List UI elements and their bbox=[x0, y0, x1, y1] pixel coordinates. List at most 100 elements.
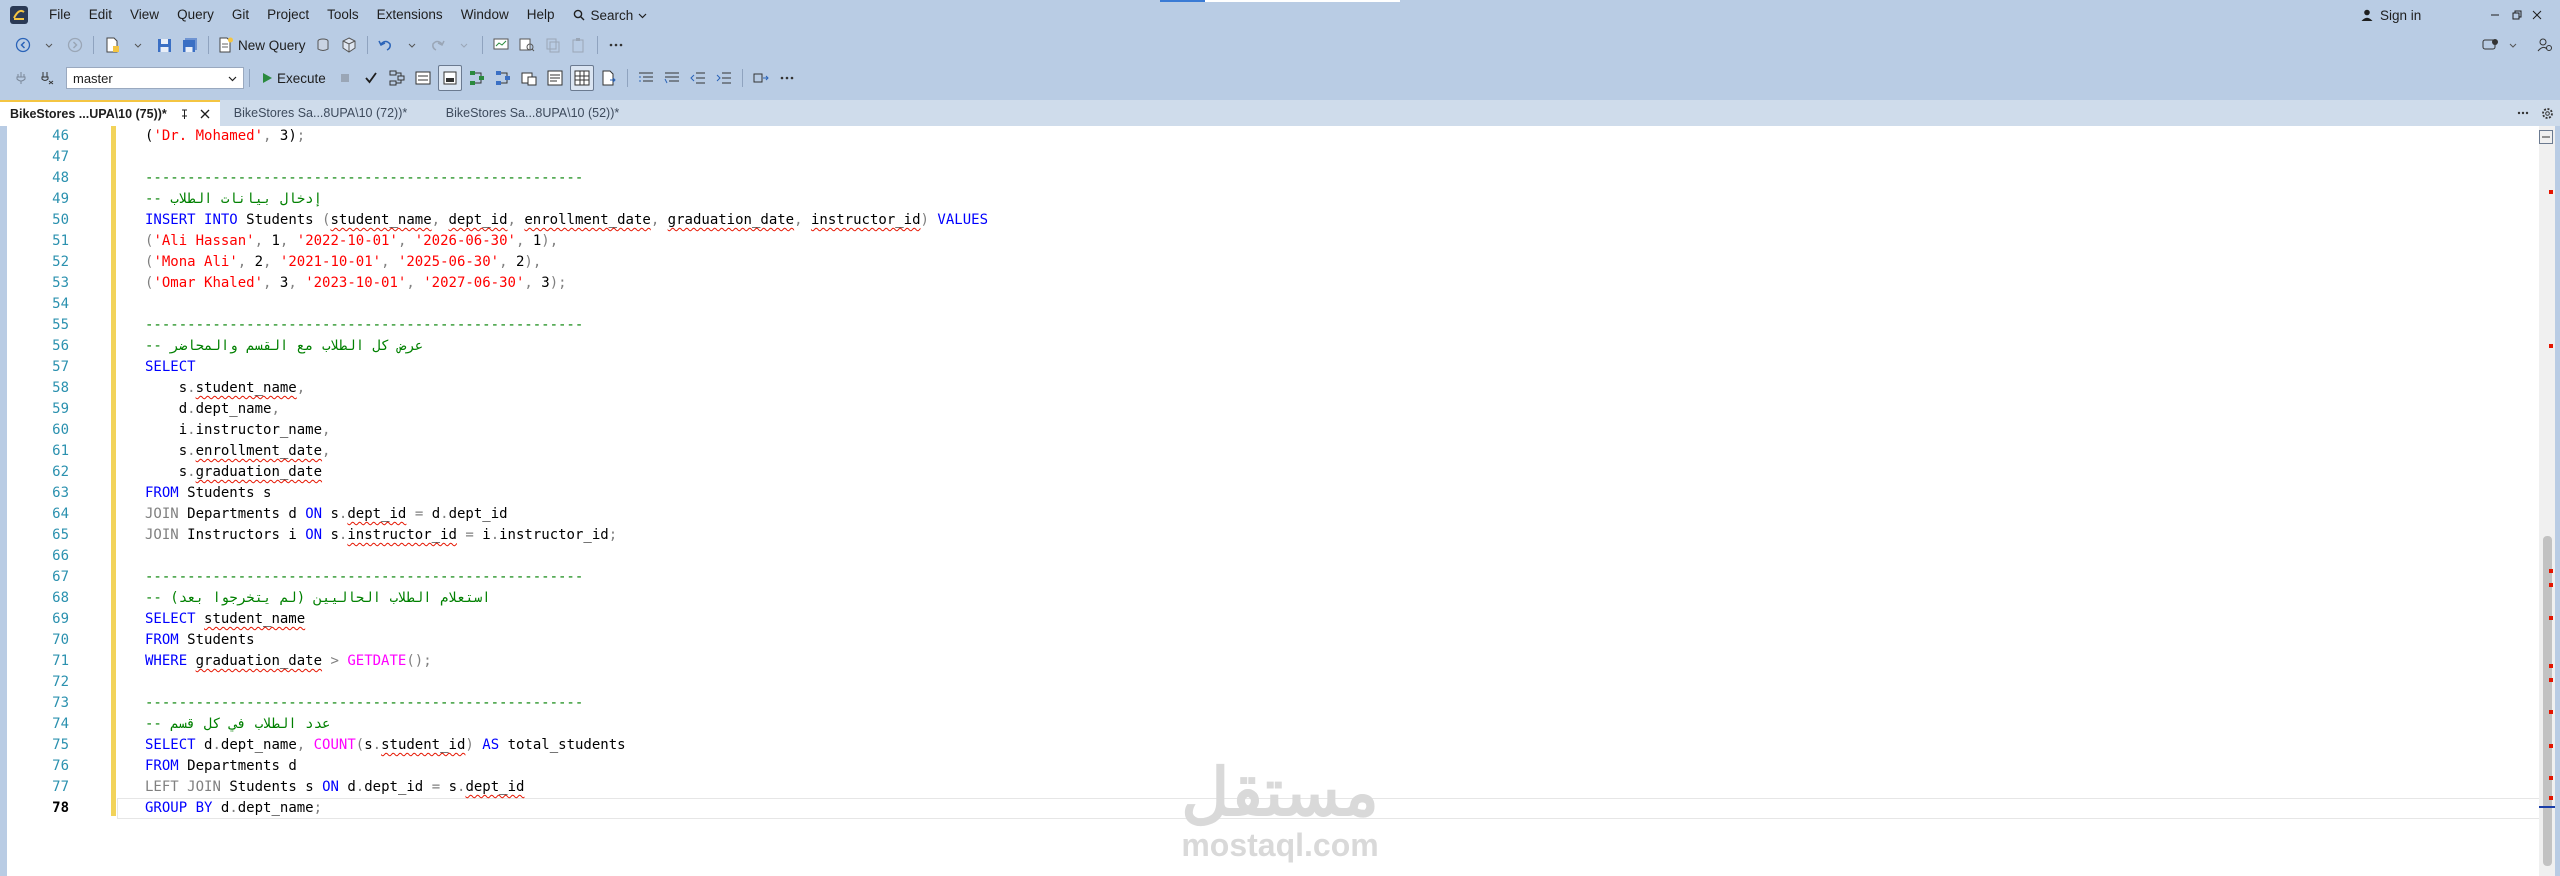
menu-help[interactable]: Help bbox=[518, 0, 564, 30]
menu-git[interactable]: Git bbox=[223, 0, 258, 30]
title-progress-fill bbox=[1160, 0, 1205, 2]
change-connection-icon bbox=[41, 72, 54, 85]
document-tab[interactable]: BikeStores Sa...8UPA\10 (52))* bbox=[436, 100, 629, 126]
database-engine-query-button[interactable] bbox=[312, 33, 334, 57]
new-file-icon bbox=[106, 37, 119, 53]
live-share-button[interactable] bbox=[2480, 33, 2502, 57]
account-settings-button[interactable] bbox=[2534, 33, 2556, 57]
tab-overflow-icon[interactable] bbox=[2517, 111, 2529, 115]
error-marker[interactable] bbox=[2549, 344, 2553, 348]
new-query-button[interactable]: New Query bbox=[214, 37, 310, 53]
save-all-button[interactable] bbox=[179, 33, 201, 57]
increase-indent-button[interactable] bbox=[713, 66, 735, 90]
vertical-scrollbar[interactable] bbox=[2539, 126, 2555, 876]
redo-dropdown[interactable] bbox=[453, 33, 475, 57]
error-marker[interactable] bbox=[2549, 678, 2553, 682]
undo-button[interactable] bbox=[375, 33, 397, 57]
user-icon bbox=[2361, 9, 2373, 21]
connect-button[interactable] bbox=[10, 66, 32, 90]
more-tools-button[interactable] bbox=[605, 33, 627, 57]
redo-button[interactable] bbox=[427, 33, 449, 57]
gear-icon[interactable] bbox=[2541, 107, 2554, 120]
results-grid-icon bbox=[574, 70, 590, 86]
code-line: s.student_name, bbox=[178, 380, 306, 396]
change-connection-button[interactable] bbox=[36, 66, 58, 90]
available-databases-select[interactable]: master bbox=[66, 67, 244, 89]
back-dropdown[interactable] bbox=[38, 33, 60, 57]
line-number: 58 bbox=[52, 380, 69, 396]
line-number: 53 bbox=[52, 275, 69, 291]
menu-window[interactable]: Window bbox=[452, 0, 518, 30]
object-explorer-button[interactable] bbox=[516, 33, 538, 57]
code-line: -- إدخال بيانات الطلاب bbox=[145, 191, 323, 207]
line-number: 70 bbox=[52, 632, 69, 648]
error-marker[interactable] bbox=[2549, 583, 2553, 587]
uncomment-button[interactable] bbox=[661, 66, 683, 90]
cube-icon bbox=[342, 37, 356, 53]
close-tab-icon[interactable] bbox=[200, 109, 210, 119]
results-to-grid-button[interactable] bbox=[569, 65, 594, 91]
code-line: s.enrollment_date, bbox=[178, 443, 331, 459]
menu-extensions[interactable]: Extensions bbox=[368, 0, 452, 30]
monitor-icon bbox=[493, 38, 509, 50]
redo-icon bbox=[432, 40, 445, 51]
menu-edit[interactable]: Edit bbox=[80, 0, 121, 30]
document-tab-active[interactable]: BikeStores ...UPA\10 (75))* bbox=[0, 100, 220, 126]
error-marker[interactable] bbox=[2549, 616, 2553, 620]
code-line: SELECT student_name bbox=[145, 611, 306, 627]
undo-dropdown[interactable] bbox=[401, 33, 423, 57]
search-label: Search bbox=[590, 7, 634, 23]
save-button[interactable] bbox=[153, 33, 175, 57]
error-marker[interactable] bbox=[2549, 776, 2553, 780]
analysis-query-button[interactable] bbox=[338, 33, 360, 57]
intellisense-toggle-button[interactable] bbox=[437, 65, 462, 91]
stop-icon bbox=[340, 74, 349, 82]
parse-button[interactable] bbox=[360, 66, 382, 90]
paste-button[interactable] bbox=[568, 33, 590, 57]
error-marker[interactable] bbox=[2549, 569, 2553, 573]
new-dropdown[interactable] bbox=[127, 33, 149, 57]
line-number: 73 bbox=[52, 695, 69, 711]
back-button[interactable] bbox=[12, 33, 34, 57]
line-number: 55 bbox=[52, 317, 69, 333]
feedback-dropdown[interactable] bbox=[2502, 33, 2524, 57]
tab-label: BikeStores Sa...8UPA\10 (52))* bbox=[445, 106, 620, 120]
error-marker[interactable] bbox=[2549, 664, 2553, 668]
cut-button[interactable] bbox=[542, 33, 564, 57]
error-marker[interactable] bbox=[2549, 190, 2553, 194]
menu-file[interactable]: File bbox=[40, 0, 80, 30]
sign-in-button[interactable]: Sign in bbox=[2360, 0, 2421, 30]
menu-view[interactable]: View bbox=[121, 0, 168, 30]
results-to-file-button[interactable] bbox=[598, 66, 620, 90]
more-sql-tools-button[interactable] bbox=[776, 66, 798, 90]
ssms-logo-icon bbox=[8, 4, 30, 26]
decrease-indent-button[interactable] bbox=[687, 66, 709, 90]
display-estimated-plan-button[interactable] bbox=[386, 66, 408, 90]
results-to-text-button[interactable] bbox=[544, 66, 566, 90]
code-line: WHERE graduation_date > GETDATE(); bbox=[145, 653, 432, 669]
chevron-down-icon bbox=[45, 43, 53, 48]
line-number: 72 bbox=[52, 674, 69, 690]
new-project-button[interactable] bbox=[101, 33, 123, 57]
include-actual-plan-button[interactable] bbox=[466, 66, 488, 90]
menu-query[interactable]: Query bbox=[168, 0, 223, 30]
comment-out-button[interactable] bbox=[635, 66, 657, 90]
menu-project[interactable]: Project bbox=[258, 0, 318, 30]
error-marker[interactable] bbox=[2549, 710, 2553, 714]
query-options-button[interactable] bbox=[412, 66, 434, 90]
search-button[interactable]: Search bbox=[563, 8, 657, 23]
error-marker[interactable] bbox=[2549, 796, 2553, 800]
close-window-button[interactable] bbox=[2514, 0, 2560, 30]
document-tab[interactable]: BikeStores Sa...8UPA\10 (72))* bbox=[220, 100, 436, 126]
activity-monitor-button[interactable] bbox=[490, 33, 512, 57]
live-query-statistics-button[interactable] bbox=[492, 66, 514, 90]
pin-icon[interactable] bbox=[179, 109, 190, 120]
execute-button[interactable]: Execute bbox=[255, 71, 332, 86]
specify-template-values-button[interactable] bbox=[750, 66, 772, 90]
client-statistics-button[interactable] bbox=[518, 66, 540, 90]
split-window-button[interactable] bbox=[2539, 130, 2553, 144]
forward-button[interactable] bbox=[64, 33, 86, 57]
cancel-query-button[interactable] bbox=[334, 66, 356, 90]
error-marker[interactable] bbox=[2549, 744, 2553, 748]
menu-tools[interactable]: Tools bbox=[318, 0, 368, 30]
